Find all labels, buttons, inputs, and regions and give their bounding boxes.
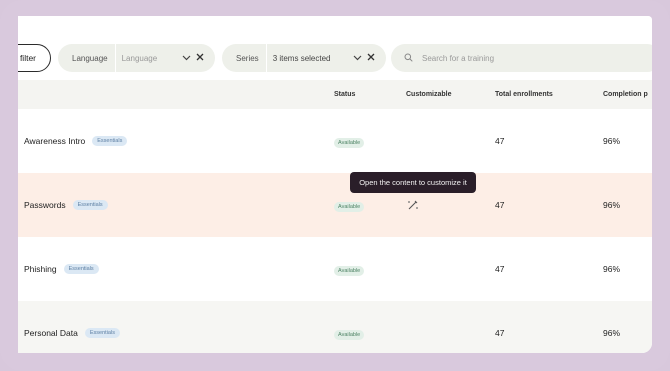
completion-value: 96% xyxy=(603,200,621,210)
language-filter-value: Language xyxy=(121,53,158,63)
search-placeholder: Search for a training xyxy=(422,53,495,63)
series-filter[interactable]: Series 3 items selected xyxy=(222,44,386,72)
close-icon[interactable] xyxy=(193,53,207,63)
enrollments-value: 47 xyxy=(495,328,505,338)
app-screen: filter Language Language Series 3 items … xyxy=(18,16,652,353)
training-name[interactable]: Passwords xyxy=(24,200,66,210)
add-filter-button[interactable]: filter xyxy=(18,44,51,72)
magic-wand-icon[interactable] xyxy=(406,198,420,212)
series-tag: Essentials xyxy=(63,264,99,274)
training-name-cell: Personal Data Essentials xyxy=(24,328,120,338)
status-badge: Available xyxy=(334,266,365,276)
completion-value: 96% xyxy=(603,136,621,146)
customize-tooltip: Open the content to customize it xyxy=(350,172,476,193)
enrollments-value: 47 xyxy=(495,264,505,274)
status-badge: Available xyxy=(334,330,365,340)
training-name[interactable]: Awareness Intro xyxy=(24,136,85,146)
training-name-cell: Passwords Essentials xyxy=(24,200,108,210)
training-name[interactable]: Phishing xyxy=(24,264,57,274)
series-filter-value: 3 items selected xyxy=(272,53,331,63)
chevron-down-icon[interactable] xyxy=(350,53,364,63)
status-badge: Available xyxy=(334,202,365,212)
search-icon xyxy=(404,53,416,64)
search-input[interactable]: Search for a training xyxy=(391,44,652,72)
training-name[interactable]: Personal Data xyxy=(24,328,78,338)
table-header: Status Customizable Total enrollments Co… xyxy=(18,80,652,109)
column-header-total-enrollments[interactable]: Total enrollments xyxy=(495,91,553,98)
table-row[interactable]: Personal Data Essentials Available 47 96… xyxy=(18,301,652,353)
series-tag: Essentials xyxy=(92,136,128,146)
status-badge: Available xyxy=(334,138,365,148)
filter-bar: filter Language Language Series 3 items … xyxy=(18,16,652,80)
series-tag: Essentials xyxy=(84,328,120,338)
close-icon[interactable] xyxy=(364,53,378,63)
series-tag: Essentials xyxy=(72,200,108,210)
enrollments-value: 47 xyxy=(495,200,505,210)
chevron-down-icon[interactable] xyxy=(179,53,193,63)
series-filter-label: Series xyxy=(236,53,259,63)
table-row[interactable]: Passwords Essentials Available 47 96% xyxy=(18,173,652,237)
completion-value: 96% xyxy=(603,264,621,274)
column-header-status[interactable]: Status xyxy=(334,91,355,98)
table-row[interactable]: Phishing Essentials Available 47 96% xyxy=(18,237,652,301)
column-header-customizable[interactable]: Customizable xyxy=(406,91,452,98)
language-filter-label: Language xyxy=(72,53,108,63)
add-filter-label: filter xyxy=(19,53,36,63)
column-header-completion[interactable]: Completion p xyxy=(603,91,648,98)
training-name-cell: Awareness Intro Essentials xyxy=(24,136,128,146)
completion-value: 96% xyxy=(603,328,621,338)
training-name-cell: Phishing Essentials xyxy=(24,264,99,274)
tooltip-text: Open the content to customize it xyxy=(359,178,467,187)
enrollments-value: 47 xyxy=(495,136,505,146)
table-row[interactable]: Awareness Intro Essentials Available 47 … xyxy=(18,109,652,173)
language-filter[interactable]: Language Language xyxy=(58,44,215,72)
